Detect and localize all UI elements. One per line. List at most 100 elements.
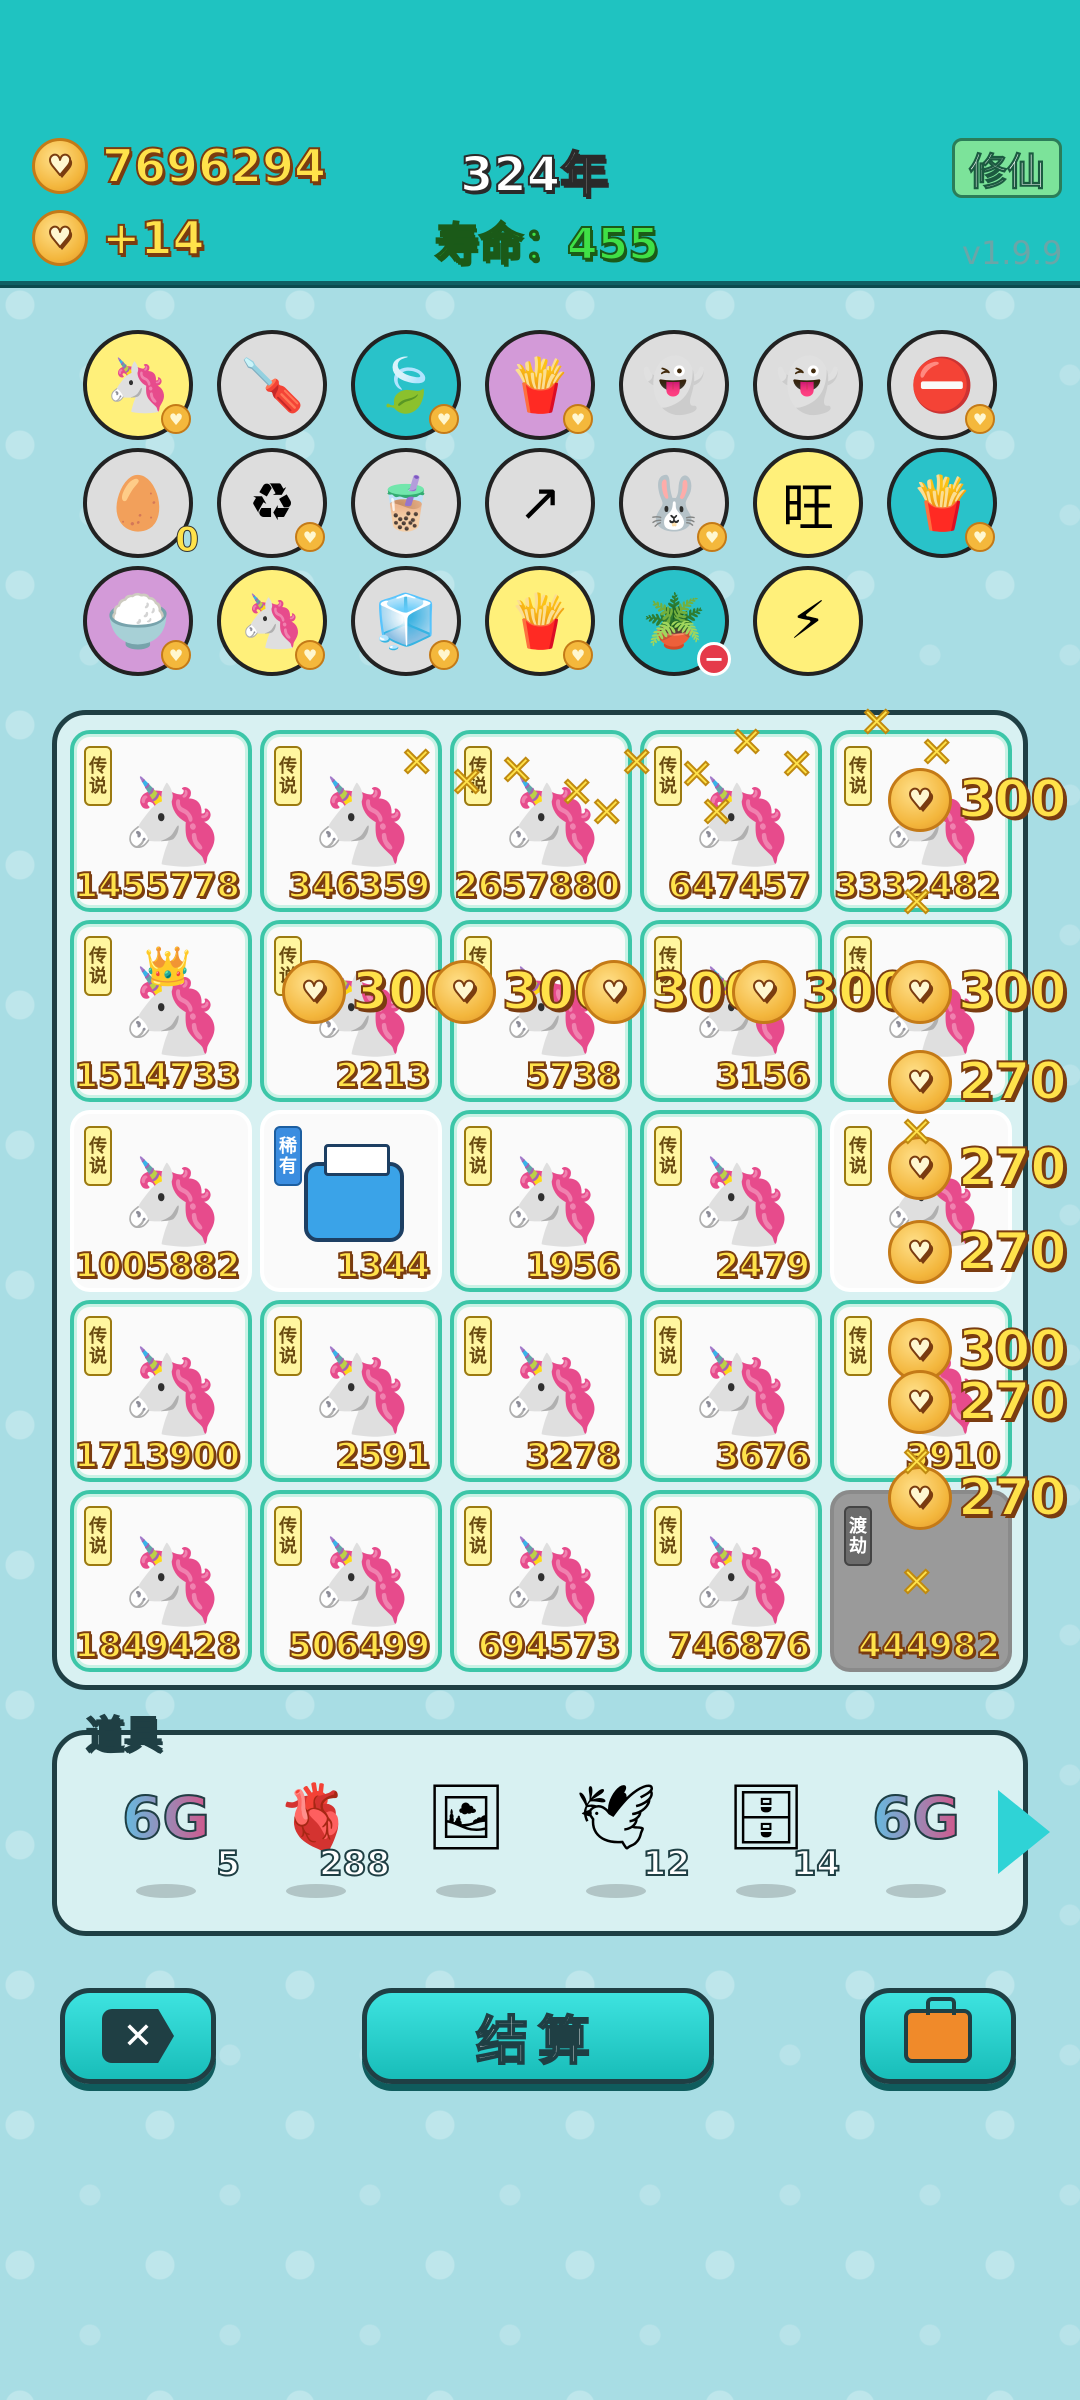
cell-value: 3156 xyxy=(714,1055,811,1097)
rarity-tag: 传说 xyxy=(84,746,112,806)
coin-balance-value: 7696294 xyxy=(101,138,327,194)
rarity-tag: 传说 xyxy=(464,1316,492,1376)
rarity-tag: 传说 xyxy=(654,1316,682,1376)
board-cell[interactable]: 稀有 1344 xyxy=(260,1110,442,1292)
coin-badge-icon: ♥ xyxy=(161,404,191,434)
relic-fries-icon-3[interactable]: 🍟 ♥ xyxy=(485,566,595,676)
coin-badge-icon: ♥ xyxy=(965,522,995,552)
cell-value: 2657880 xyxy=(453,865,621,907)
item-pigeon[interactable]: 🕊 12 xyxy=(556,1768,691,1898)
item-6g-2[interactable]: 6G xyxy=(856,1768,976,1898)
unicorn-icon: 🦄 xyxy=(310,772,415,870)
relic-sugar-cubes-icon[interactable]: 🧊 ♥ xyxy=(351,566,461,676)
relic-leaf-icon[interactable]: 🍃 ♥ xyxy=(351,330,461,440)
rice-bowl-icon: 🍚 xyxy=(105,591,171,652)
relic-rice-bowl-icon[interactable]: 🍚 ♥ xyxy=(83,566,193,676)
board-cell[interactable]: 传说 🦄 1849428 xyxy=(70,1490,252,1672)
ghost-icon: 👻 xyxy=(641,355,707,416)
item-liver[interactable]: 🫀 288 xyxy=(256,1768,391,1898)
item-portrait[interactable]: 🖼 xyxy=(406,1768,526,1898)
relic-fries-icon[interactable]: 🍟 ♥ xyxy=(485,330,595,440)
rarity-tag: 传说 xyxy=(274,1316,302,1376)
board-cell[interactable]: 传说 🦄 694573 xyxy=(450,1490,632,1672)
unicorn-icon-2: 🦄 xyxy=(239,591,305,652)
cell-value: 3676 xyxy=(714,1435,811,1477)
reward-popup: ♥ 300 xyxy=(732,960,912,1024)
board-cell[interactable]: 传说 🦄 2479 xyxy=(640,1110,822,1292)
relic-milk-tea-icon[interactable]: 🧋 xyxy=(351,448,461,558)
items-next-arrow-icon[interactable] xyxy=(998,1790,1050,1874)
unicorn-icon: 🦄 xyxy=(690,1152,795,1250)
board-cell[interactable]: 传说 🦄 1005882 xyxy=(70,1110,252,1292)
minus-badge-icon: − xyxy=(697,642,731,676)
rarity-tag: 传说 xyxy=(84,1506,112,1566)
cell-value: 1455778 xyxy=(73,865,241,907)
reward-popup: ♥ 270 xyxy=(888,1220,1068,1284)
sparkle-icon: ✕ xyxy=(859,699,894,747)
board-cell[interactable]: 传说 🦄 3278 xyxy=(450,1300,632,1482)
relic-arrow-box-icon[interactable]: ↗ xyxy=(485,448,595,558)
sparkle-icon: ✕ xyxy=(919,729,954,777)
reward-amount: 270 xyxy=(957,1051,1068,1113)
6g-icon-2: 6G xyxy=(856,1768,976,1868)
relic-rabbit-icon[interactable]: 🐰 ♥ xyxy=(619,448,729,558)
fries-icon-3: 🍟 xyxy=(507,591,573,652)
item-cabinet[interactable]: 🗄 14 xyxy=(706,1768,841,1898)
close-button[interactable]: ✕ xyxy=(60,1988,216,2084)
reward-popup: ♥ 300 xyxy=(888,768,1068,832)
item-quantity: 5 xyxy=(215,1843,241,1885)
sparkle-icon: ✕ xyxy=(699,789,734,837)
relic-egg-tray-icon[interactable]: 🥚 0 xyxy=(83,448,199,561)
rarity-tag: 传说 xyxy=(274,746,302,806)
coin-icon: ♥ xyxy=(888,1050,952,1114)
relic-flower-pot-icon[interactable]: 🪴 − xyxy=(619,566,731,676)
board-cell[interactable]: 传说 🦄 2591 xyxy=(260,1300,442,1482)
bag-button[interactable] xyxy=(860,1988,1016,2084)
fries-icon-2: 🍟 xyxy=(909,473,975,534)
board-cell[interactable]: 传说 🦄 1455778 xyxy=(70,730,252,912)
relic-fries-icon-2[interactable]: 🍟 ♥ xyxy=(887,448,997,558)
cell-value: 2479 xyxy=(714,1245,811,1287)
relic-ghost-icon[interactable]: 👻 xyxy=(619,330,729,440)
reward-amount: 270 xyxy=(957,1137,1068,1199)
rarity-tag: 传说 xyxy=(844,1126,872,1186)
cell-value: 746876 xyxy=(667,1625,811,1667)
relic-ghost-wink-icon[interactable]: 👻 xyxy=(753,330,863,440)
coin-icon: ♥ xyxy=(888,1220,952,1284)
relic-screwdriver-icon[interactable]: 🪛 xyxy=(217,330,327,440)
relic-unicorn-icon-2[interactable]: 🦄 ♥ xyxy=(217,566,327,676)
coin-badge-icon: ♥ xyxy=(429,640,459,670)
board-cell[interactable]: 传说 🦄 746876 xyxy=(640,1490,822,1672)
cell-value: 444982 xyxy=(857,1625,1001,1667)
coin-badge-icon: ♥ xyxy=(563,404,593,434)
board-cell[interactable]: 传说 🦄 1713900 xyxy=(70,1300,252,1482)
coin-icon: ♥ xyxy=(432,960,496,1024)
recycle-icon: ♻ xyxy=(248,473,296,533)
board-cell[interactable]: 传说 🦄 506499 xyxy=(260,1490,442,1672)
coin-badge-icon: ♥ xyxy=(965,404,995,434)
item-6g[interactable]: 6G 5 xyxy=(106,1768,241,1898)
relic-no-entry-icon[interactable]: ⛔ ♥ xyxy=(887,330,997,440)
sparkle-icon: ✕ xyxy=(899,1439,934,1487)
settle-button[interactable]: 结算 xyxy=(362,1988,714,2084)
flower-pot-icon: 🪴 xyxy=(641,591,707,652)
coin-badge-icon: ♥ xyxy=(697,522,727,552)
relic-unicorn-icon[interactable]: 🦄 ♥ xyxy=(83,330,193,440)
board-cell[interactable]: 传说 🦄 3676 xyxy=(640,1300,822,1482)
xiuxian-button[interactable]: 修仙 xyxy=(952,138,1062,198)
reward-amount: 270 xyxy=(957,1371,1068,1433)
fries-icon: 🍟 xyxy=(507,355,573,416)
unicorn-icon: 🦄 xyxy=(310,1532,415,1630)
board-cell[interactable]: 传说 🦄 👑 1514733 xyxy=(70,920,252,1102)
sparkle-icon: ✕ xyxy=(559,769,594,817)
relic-wang-icon[interactable]: 旺 xyxy=(753,448,863,558)
coin-icon: ♥ xyxy=(32,138,88,194)
relic-recycle-icon[interactable]: ♻ ♥ xyxy=(217,448,327,558)
item-shadow xyxy=(436,1884,496,1898)
coin-balance: ♥ 7696294 xyxy=(32,138,327,194)
board-cell[interactable]: 传说 🦄 1956 xyxy=(450,1110,632,1292)
item-quantity: 12 xyxy=(642,1843,691,1885)
relic-lightning-icon[interactable]: ⚡ xyxy=(753,566,863,676)
cell-value: 3278 xyxy=(524,1435,621,1477)
reward-amount: 270 xyxy=(957,1467,1068,1529)
